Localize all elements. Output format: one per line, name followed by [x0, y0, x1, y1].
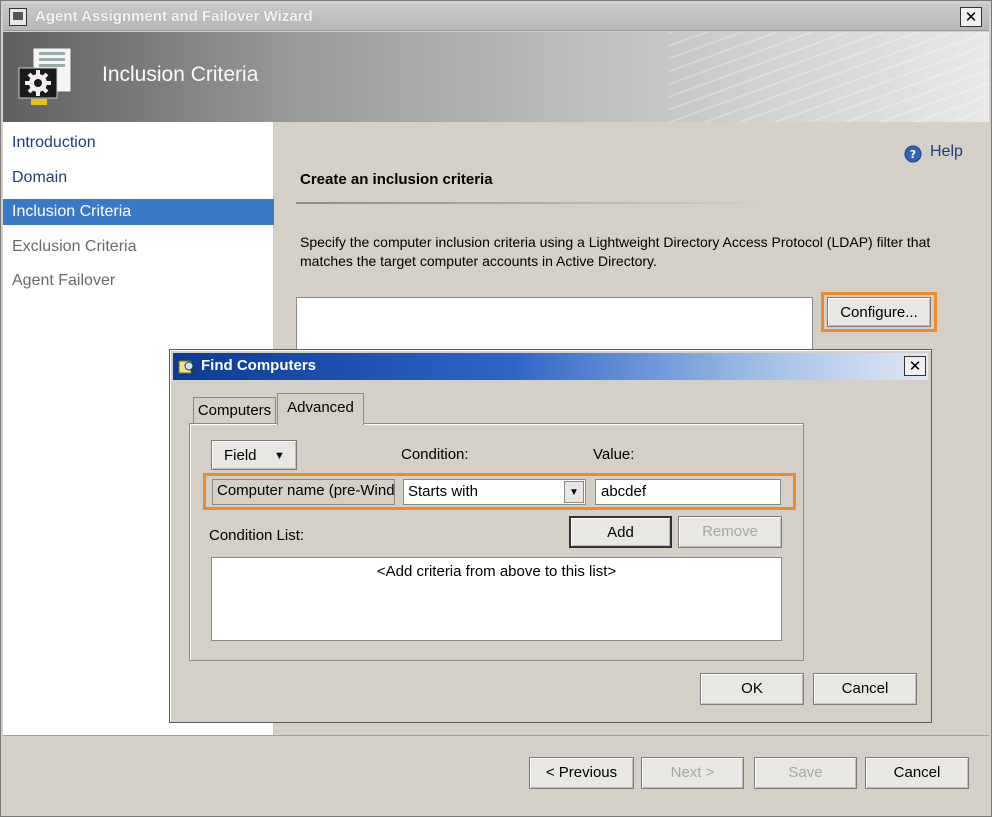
add-button[interactable]: Add [569, 516, 672, 548]
tab-advanced[interactable]: Advanced [277, 393, 364, 425]
advanced-tab-panel: Field ▼ Condition: Value: Computer name … [189, 423, 804, 661]
svg-text:?: ? [910, 148, 916, 161]
condition-label: Condition: [401, 446, 469, 463]
condition-select[interactable]: Starts with ▼ [403, 479, 586, 505]
ok-button[interactable]: OK [700, 673, 804, 705]
value-label: Value: [593, 446, 635, 463]
description-text: Specify the computer inclusion criteria … [300, 234, 931, 269]
field-value-box: Computer name (pre-Wind [212, 479, 395, 505]
wizard-title: Agent Assignment and Failover Wizard [35, 8, 313, 25]
help-icon: ? [904, 145, 922, 163]
find-dialog-close-icon[interactable]: ✕ [904, 356, 926, 376]
section-title: Create an inclusion criteria [300, 171, 493, 188]
find-computers-dialog: Find Computers ✕ Computers Advanced Fiel… [169, 349, 932, 723]
nav-item-introduction[interactable]: Introduction [3, 130, 274, 156]
configure-highlight: Configure... [821, 292, 937, 332]
condition-list-label: Condition List: [209, 527, 305, 544]
close-icon[interactable]: ✕ [960, 7, 982, 27]
condition-list-placeholder: <Add criteria from above to this list> [376, 563, 617, 580]
next-button[interactable]: Next > [641, 757, 744, 789]
condition-dropdown-arrow-icon[interactable]: ▼ [564, 481, 584, 503]
find-computers-icon [178, 360, 196, 375]
page-title: Inclusion Criteria [102, 63, 259, 86]
value-input[interactable]: abcdef [595, 479, 781, 505]
section-divider [296, 202, 766, 204]
cancel-button[interactable]: Cancel [865, 757, 969, 789]
field-button[interactable]: Field ▼ [211, 440, 297, 470]
nav-item-agent-failover[interactable]: Agent Failover [3, 268, 274, 294]
help-link[interactable]: ? Help [904, 143, 992, 165]
save-button[interactable]: Save [754, 757, 857, 789]
tab-computers[interactable]: Computers [193, 397, 276, 424]
wizard-header: Inclusion Criteria [3, 32, 989, 122]
find-dialog-title-bar: Find Computers ✕ [173, 353, 928, 380]
field-button-label: Field [224, 447, 257, 464]
wizard-title-bar: Agent Assignment and Failover Wizard ✕ [3, 4, 989, 31]
wizard-footer: < Previous Next > Save Cancel [3, 735, 989, 815]
remove-button[interactable]: Remove [678, 516, 782, 548]
find-cancel-button[interactable]: Cancel [813, 673, 917, 705]
dropdown-arrow-icon: ▼ [274, 450, 285, 462]
app-icon [9, 8, 27, 26]
condition-list[interactable]: <Add criteria from above to this list> [211, 557, 782, 641]
help-label: Help [930, 143, 963, 160]
ldap-filter-box[interactable] [296, 297, 813, 357]
wizard-gear-icon [18, 47, 72, 105]
find-dialog-title: Find Computers [201, 357, 316, 374]
nav-item-exclusion-criteria[interactable]: Exclusion Criteria [3, 234, 274, 260]
condition-selected-value: Starts with [408, 483, 479, 500]
previous-button[interactable]: < Previous [529, 757, 634, 789]
nav-item-domain[interactable]: Domain [3, 165, 274, 191]
header-decoration [669, 32, 989, 122]
nav-item-inclusion-criteria[interactable]: Inclusion Criteria [3, 199, 274, 225]
configure-button[interactable]: Configure... [827, 297, 931, 327]
